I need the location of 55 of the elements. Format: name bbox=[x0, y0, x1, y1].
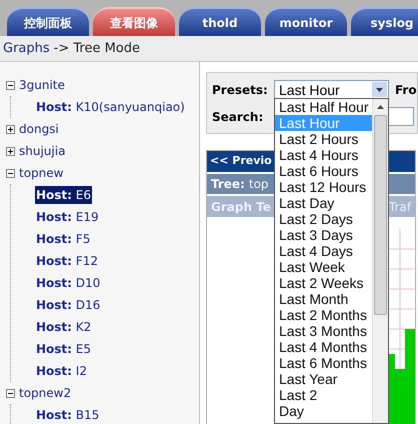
dropdown-option[interactable]: Last 4 Months bbox=[275, 339, 372, 355]
scroll-up-icon[interactable] bbox=[377, 105, 384, 109]
dropdown-option[interactable]: Last 2 Hours bbox=[275, 131, 372, 147]
presets-label: Presets: bbox=[212, 82, 268, 98]
dropdown-option[interactable]: Last Year bbox=[275, 371, 372, 387]
tree-host-item[interactable]: Host: K10(sanyuanqiao) bbox=[35, 98, 186, 116]
expand-icon[interactable] bbox=[6, 124, 15, 134]
dropdown-option[interactable]: Last 2 Days bbox=[275, 211, 372, 227]
tree-host-item[interactable]: Host: D10 bbox=[35, 274, 102, 292]
tree-folder[interactable]: 3gunite bbox=[19, 76, 65, 94]
dropdown-option[interactable]: Last 4 Days bbox=[275, 243, 372, 259]
dropdown-option[interactable]: Last 12 Hours bbox=[275, 179, 372, 195]
tree-folder[interactable]: dongsi bbox=[19, 120, 59, 138]
from-label: Fro bbox=[395, 82, 417, 98]
nav-tab[interactable]: thold bbox=[179, 7, 261, 36]
tree-folder[interactable]: topnew2 bbox=[19, 384, 72, 402]
scrollbar[interactable] bbox=[372, 99, 388, 423]
dropdown-option[interactable]: Last Month bbox=[275, 291, 372, 307]
dropdown-option[interactable]: Last 2 Weeks bbox=[275, 275, 372, 291]
dropdown-option[interactable]: Last 3 Days bbox=[275, 227, 372, 243]
dropdown-option[interactable]: Last Half Hour bbox=[275, 99, 372, 115]
expand-icon[interactable] bbox=[6, 146, 15, 156]
tree-folder[interactable]: shujujia bbox=[19, 142, 66, 160]
tree-host-item[interactable]: Host: E6 bbox=[35, 186, 92, 204]
nav-tab[interactable]: 控制面板 bbox=[7, 7, 89, 36]
dropdown-option[interactable]: Day bbox=[275, 403, 372, 419]
collapse-icon[interactable] bbox=[6, 80, 15, 90]
scrollbar-thumb[interactable] bbox=[374, 115, 387, 315]
column-header: Traf bbox=[388, 198, 411, 216]
dropdown-option[interactable]: Last 3 Months bbox=[275, 323, 372, 339]
nav-tab[interactable]: monitor bbox=[265, 7, 347, 36]
tree-host-item[interactable]: Host: B15 bbox=[35, 406, 100, 424]
nav-tab[interactable]: syslog bbox=[351, 7, 418, 36]
tree-host-item[interactable]: Host: E5 bbox=[35, 340, 92, 358]
tree-host-item[interactable]: Host: F12 bbox=[35, 252, 99, 270]
collapse-icon[interactable] bbox=[6, 168, 15, 178]
breadcrumb-text: -> Tree Mode bbox=[54, 40, 140, 58]
tree-host-item[interactable]: Host: D16 bbox=[35, 296, 102, 314]
tree-host-item[interactable]: Host: K2 bbox=[35, 318, 92, 336]
dropdown-option[interactable]: Last 2 bbox=[275, 387, 372, 403]
dropdown-option[interactable]: Last Day bbox=[275, 195, 372, 211]
nav-tab[interactable]: 查看图像 bbox=[93, 7, 175, 36]
search-label: Search: bbox=[212, 108, 264, 124]
tree-folder[interactable]: topnew bbox=[19, 164, 64, 182]
tree-host-item[interactable]: Host: I2 bbox=[35, 362, 88, 380]
tree-host-item[interactable]: Host: E19 bbox=[35, 208, 100, 226]
tree-host-item[interactable]: Host: F5 bbox=[35, 230, 92, 248]
dropdown-option[interactable]: Last 2 Months bbox=[275, 307, 372, 323]
dropdown-option[interactable]: Last Week bbox=[275, 259, 372, 275]
graph-template-header: Graph Te bbox=[211, 198, 271, 216]
presets-select[interactable]: Last Hour bbox=[274, 80, 389, 99]
dropdown-option[interactable]: Last 6 Months bbox=[275, 355, 372, 371]
dropdown-option[interactable]: Last 4 Hours bbox=[275, 147, 372, 163]
collapse-icon[interactable] bbox=[6, 388, 15, 398]
breadcrumb-link[interactable]: Graphs bbox=[3, 38, 50, 58]
